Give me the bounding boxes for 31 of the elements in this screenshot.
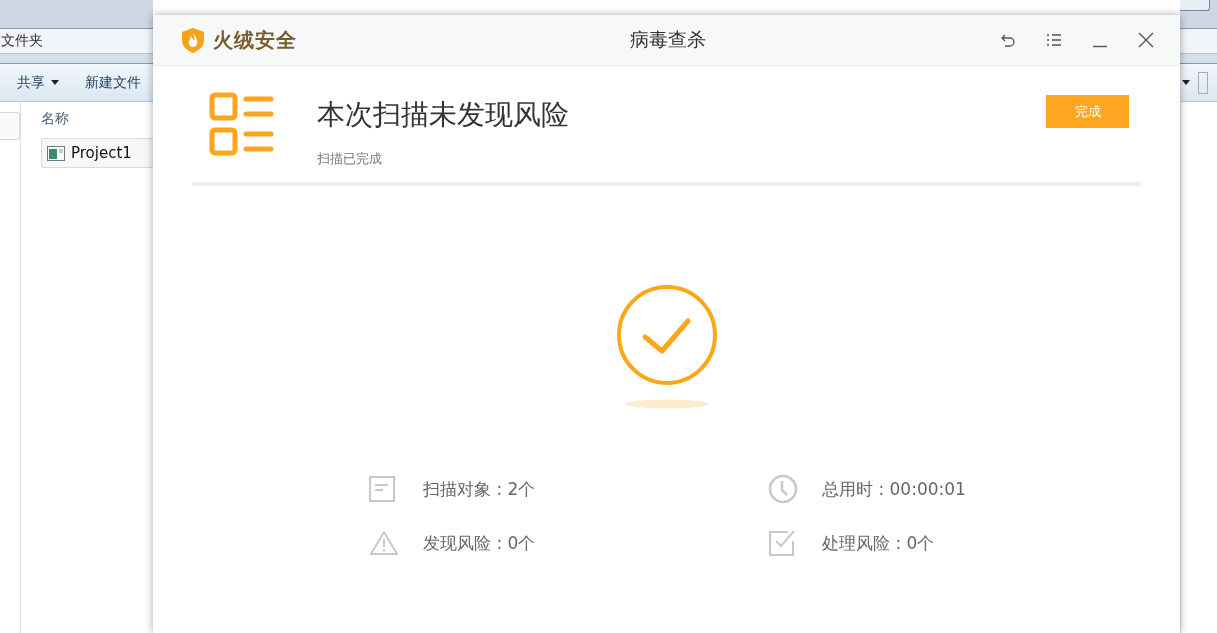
address-bar[interactable] (1180, 28, 1217, 54)
brand-name: 火绒安全 (213, 26, 297, 54)
toolbar-button[interactable] (1198, 71, 1208, 94)
stat-text: 发现风险 : 0个 (423, 531, 536, 555)
address-text: 文件夹 (1, 32, 43, 50)
form-file-icon (47, 145, 65, 161)
close-icon[interactable] (1138, 32, 1154, 48)
caret-icon (51, 80, 59, 85)
caret-icon (1182, 80, 1190, 85)
window-title: 病毒查杀 (629, 27, 706, 52)
address-bar[interactable]: 文件夹 (0, 28, 153, 54)
list-icon (209, 92, 275, 156)
maximize-button[interactable] (1180, 0, 1210, 11)
menu-icon[interactable] (1046, 33, 1062, 47)
frame-band (1180, 54, 1217, 64)
warning-icon (369, 530, 399, 556)
document-icon (369, 476, 395, 502)
stat-text: 扫描对象 : 2个 (423, 477, 536, 501)
checked-box-icon (768, 529, 796, 557)
stat-text: 处理风险 : 0个 (822, 531, 935, 555)
back-icon[interactable] (1000, 32, 1016, 48)
file-item[interactable]: Project1 (41, 138, 153, 168)
dropdown-button[interactable] (1182, 80, 1190, 85)
shield-flame-icon (181, 26, 205, 54)
stat-text: 总用时 : 00:00:01 (822, 477, 966, 501)
result-title: 本次扫描未发现风险 (317, 97, 570, 133)
result-subtitle: 扫描已完成 (317, 150, 383, 168)
column-header[interactable]: 名称 (41, 110, 153, 128)
toolbar-button[interactable]: 共享 (17, 73, 59, 92)
clock-icon (768, 474, 798, 504)
toolbar-button[interactable]: 新建文件 (85, 73, 141, 92)
